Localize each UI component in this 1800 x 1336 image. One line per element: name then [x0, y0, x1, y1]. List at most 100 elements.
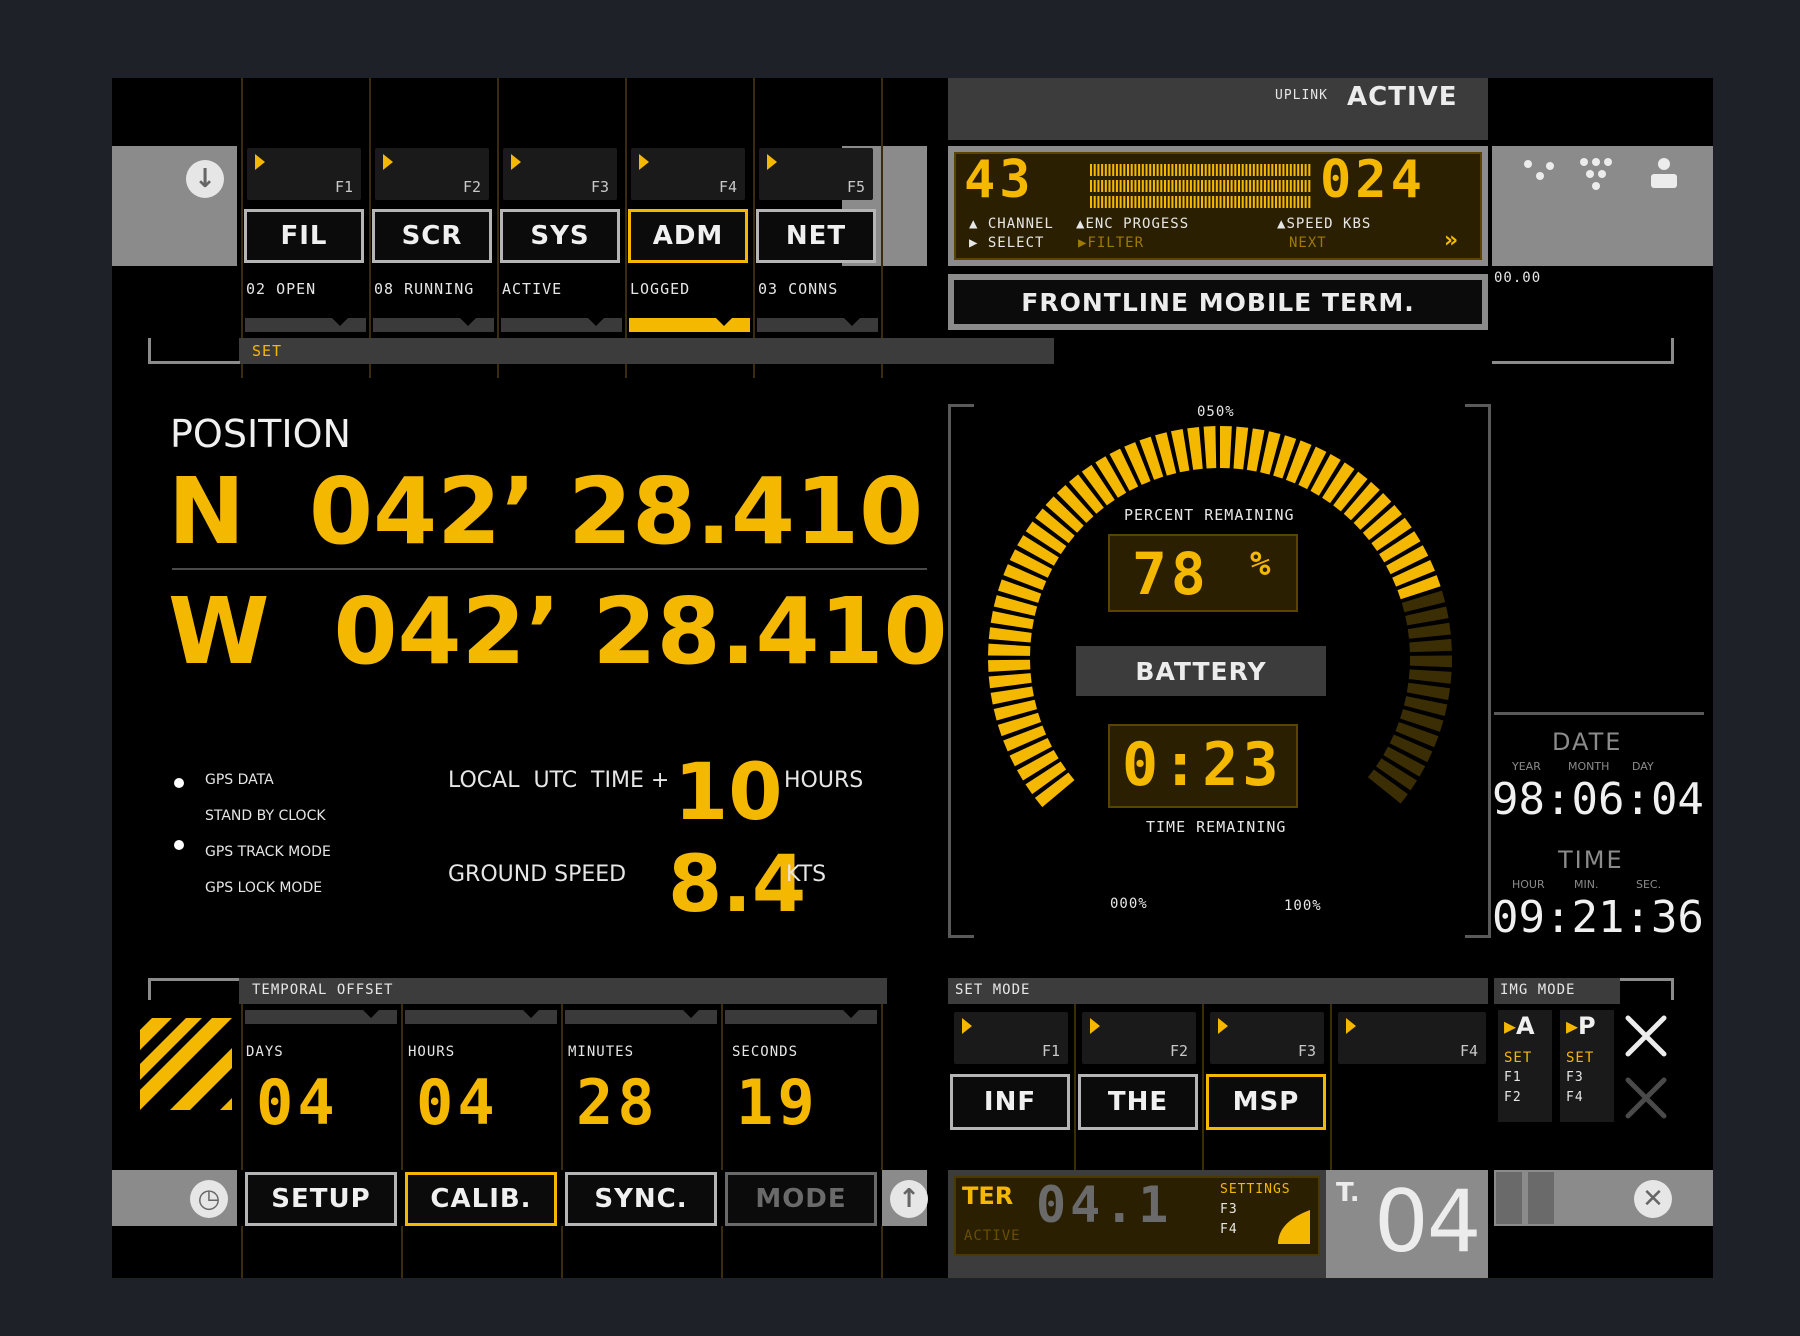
enc-tick: [1119, 180, 1122, 192]
enc-tick: [1134, 196, 1137, 208]
sys-status: ACTIVE: [502, 280, 563, 298]
gauge-segment: [988, 659, 1031, 672]
next-label[interactable]: NEXT: [1289, 235, 1327, 251]
enc-tick: [1212, 180, 1215, 192]
gauge-segment: [1406, 682, 1451, 700]
next-arrow-icon[interactable]: »: [1444, 228, 1458, 253]
enc-tick: [1238, 196, 1241, 208]
enc-tick: [1149, 180, 1152, 192]
enc-tick: [1115, 180, 1118, 192]
enc-tick: [1286, 180, 1289, 192]
filter-label[interactable]: ▶FILTER: [1078, 235, 1144, 251]
user-icon: [1651, 158, 1677, 188]
fkey-f5[interactable]: F5: [759, 148, 873, 200]
enc-tick: [1141, 180, 1144, 192]
net-button[interactable]: NET: [756, 209, 876, 263]
enc-tick: [1282, 180, 1285, 192]
msp-button[interactable]: MSP: [1206, 1074, 1326, 1130]
enc-tick: [1223, 164, 1226, 176]
enc-tick: [1141, 164, 1144, 176]
enc-tick: [1104, 196, 1107, 208]
enc-tick: [1267, 164, 1270, 176]
gps-mode-item[interactable]: GPS LOCK MODE: [205, 880, 322, 896]
set-fkey-f2[interactable]: F2: [1082, 1012, 1196, 1064]
enc-tick: [1252, 164, 1255, 176]
fkey-f3[interactable]: F3: [503, 148, 617, 200]
calib-button[interactable]: CALIB.: [405, 1172, 557, 1226]
enc-tick: [1245, 164, 1248, 176]
img-mode-title: IMG MODE: [1500, 982, 1576, 998]
fil-button[interactable]: FIL: [244, 209, 364, 263]
right-meter-1: [1496, 1172, 1522, 1224]
close-icon[interactable]: ✕: [1634, 1180, 1672, 1218]
left-bracket-top: [148, 338, 240, 364]
enc-progress-bars: [1090, 164, 1311, 208]
gauge-segment: [1220, 426, 1232, 469]
enc-tick: [1197, 180, 1200, 192]
enc-tick: [1189, 164, 1192, 176]
enc-tick: [1208, 164, 1211, 176]
enc-tick: [1286, 164, 1289, 176]
enc-tick: [1286, 196, 1289, 208]
enc-tick: [1204, 164, 1207, 176]
inf-button[interactable]: INF: [950, 1074, 1070, 1130]
set-fkey-f1[interactable]: F1: [954, 1012, 1068, 1064]
mode-button[interactable]: MODE: [725, 1172, 877, 1226]
enc-tick: [1097, 164, 1100, 176]
enc-tick: [1249, 164, 1252, 176]
img-mode-a-key-1: F1: [1504, 1070, 1522, 1085]
fkey-f4[interactable]: F4: [631, 148, 745, 200]
enc-tick: [1193, 196, 1196, 208]
gps-mode-item[interactable]: GPS TRACK MODE: [205, 844, 331, 860]
enc-tick: [1234, 196, 1237, 208]
scr-button[interactable]: SCR: [372, 209, 492, 263]
adm-indicator: [629, 318, 750, 332]
enc-tick: [1145, 164, 1148, 176]
enc-tick: [1189, 196, 1192, 208]
adm-status: LOGGED: [630, 280, 691, 298]
enc-tick: [1171, 196, 1174, 208]
img-mode-a[interactable]: ▸A: [1504, 1012, 1535, 1040]
gauge-segment: [988, 643, 1031, 656]
position-divider: [172, 568, 927, 570]
enc-tick: [1178, 180, 1181, 192]
enc-tick: [1178, 164, 1181, 176]
enc-tick: [1119, 196, 1122, 208]
enc-tick: [1230, 196, 1233, 208]
enc-tick: [1093, 180, 1096, 192]
fkey-f1[interactable]: F1: [247, 148, 361, 200]
enc-tick: [1108, 196, 1111, 208]
seconds-indicator: [725, 1010, 877, 1024]
enc-tick: [1238, 180, 1241, 192]
enc-tick: [1123, 164, 1126, 176]
set-fkey-f4[interactable]: F4: [1338, 1012, 1486, 1064]
enc-tick: [1300, 164, 1303, 176]
gps-mode-item[interactable]: GPS DATA: [205, 772, 274, 788]
setup-button[interactable]: SETUP: [245, 1172, 397, 1226]
gps-data-dot: [174, 778, 184, 788]
fkey-f2[interactable]: F2: [375, 148, 489, 200]
time-sub-hour: HOUR: [1512, 878, 1545, 891]
sync-button[interactable]: SYNC.: [565, 1172, 717, 1226]
enc-tick: [1201, 180, 1204, 192]
time-title: TIME: [1558, 846, 1624, 874]
clock-icon[interactable]: ◷: [190, 1180, 228, 1218]
the-button[interactable]: THE: [1078, 1074, 1198, 1130]
enc-tick: [1249, 196, 1252, 208]
enc-tick: [1171, 180, 1174, 192]
select-label[interactable]: ▶ SELECT: [969, 235, 1044, 251]
download-icon[interactable]: ↓: [186, 160, 224, 198]
img-mode-p[interactable]: ▸P: [1566, 1012, 1596, 1040]
enc-tick: [1308, 196, 1311, 208]
gps-mode-item[interactable]: STAND BY CLOCK: [205, 808, 326, 824]
adm-button[interactable]: ADM: [628, 209, 748, 263]
date-divider: [1494, 712, 1704, 715]
minutes-indicator: [565, 1010, 717, 1024]
speed-label: ▲SPEED KBS: [1277, 216, 1372, 232]
sys-button[interactable]: SYS: [500, 209, 620, 263]
set-fkey-f3[interactable]: F3: [1210, 1012, 1324, 1064]
enc-tick: [1164, 196, 1167, 208]
enc-tick: [1186, 164, 1189, 176]
upload-icon[interactable]: ↑: [890, 1180, 928, 1218]
enc-tick: [1115, 164, 1118, 176]
